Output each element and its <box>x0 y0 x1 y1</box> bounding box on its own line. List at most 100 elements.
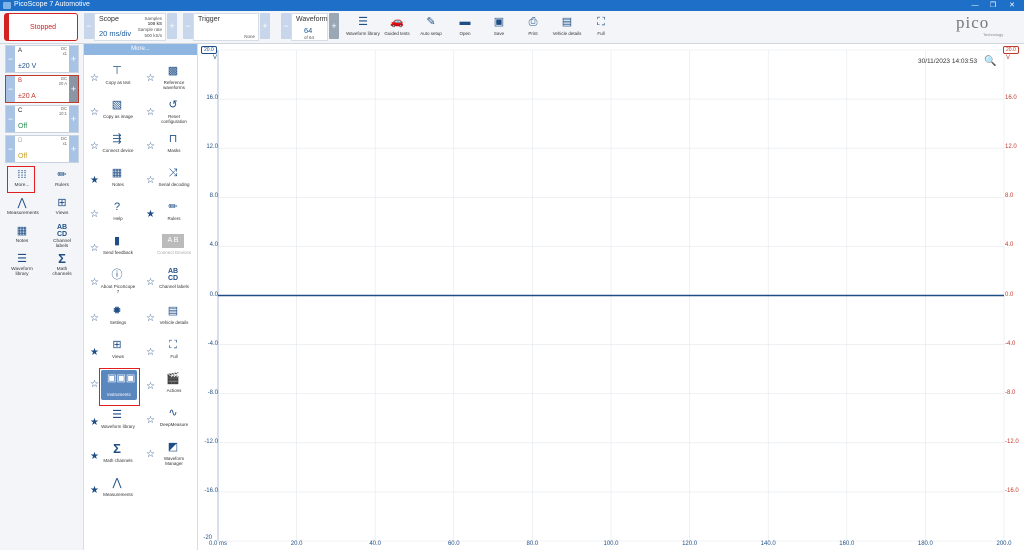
favorite-star-icon[interactable]: ☆ <box>146 107 155 118</box>
favorite-star-icon[interactable]: ☆ <box>90 141 99 152</box>
guided-tests-button[interactable]: 🚗 Guided tests <box>380 13 414 41</box>
trigger-group[interactable]: Trigger None <box>193 13 259 41</box>
more-item-waveform-library[interactable]: ★ ☰ Waveform library <box>84 408 140 441</box>
minimize-button[interactable]: — <box>968 0 982 11</box>
more-item-rulers[interactable]: ★ ✏ Rulers <box>140 200 196 233</box>
save-button[interactable]: ▣ Save <box>482 13 516 41</box>
full-button[interactable]: ⛶ Full <box>584 13 618 41</box>
favorite-star-icon[interactable]: ☆ <box>90 243 99 254</box>
notes-tool-label: Notes <box>15 239 29 244</box>
channel-d-range-down[interactable]: − <box>6 136 15 162</box>
channel-a-range-down[interactable]: − <box>6 46 15 72</box>
more-item-copy-as-text[interactable]: ☆ ⊤ Copy as text <box>84 64 140 97</box>
zoom-icon[interactable]: 🔍 <box>984 56 996 67</box>
restore-button[interactable]: ❐ <box>986 0 1000 11</box>
more-item-help[interactable]: ☆ ? Help <box>84 200 140 233</box>
channel-d-control[interactable]: − D DC x1 Off + <box>5 135 79 163</box>
more-item-connect-device[interactable]: ☆ ⇶ Connect device <box>84 132 140 165</box>
favorite-star-icon[interactable]: ☆ <box>146 381 155 392</box>
channel-a-control[interactable]: − A DC x1 ±20 V + <box>5 45 79 73</box>
favorite-star-icon[interactable]: ☆ <box>146 313 155 324</box>
timebase-increase-button[interactable]: + <box>167 13 177 39</box>
more-item-reset-configuration[interactable]: ☆ ↺ Reset configuration <box>140 98 196 131</box>
manager-icon: ◩ <box>167 441 179 453</box>
y-tick-right: 12.0 <box>1005 144 1017 151</box>
favorite-star-icon[interactable]: ☆ <box>90 209 99 220</box>
more-item-about[interactable]: ☆ ⓘ About PicoScope 7 <box>84 268 140 301</box>
more-item-settings[interactable]: ☆ ✹ Settings <box>84 304 140 337</box>
favorite-star-icon[interactable]: ☆ <box>146 73 155 84</box>
open-button[interactable]: ▬ Open <box>448 13 482 41</box>
more-item-copy-as-image[interactable]: ☆ ▧ Copy as image <box>84 98 140 131</box>
favorite-star-icon[interactable]: ☆ <box>146 449 155 460</box>
waveform-library-tool[interactable]: ☰ Waveform library <box>7 252 37 277</box>
more-item-label: Reference waveforms <box>163 80 185 90</box>
more-item-masks[interactable]: ☆ ⊓ Masks <box>140 132 196 165</box>
channel-a-range-up[interactable]: + <box>69 46 78 72</box>
views-tool[interactable]: ⊞ Views <box>47 196 77 216</box>
favorite-star-icon[interactable]: ☆ <box>90 107 99 118</box>
more-item-actions[interactable]: ☆ 🎬 Actions <box>140 372 196 405</box>
favorite-star-icon[interactable]: ☆ <box>146 277 155 288</box>
print-button[interactable]: ⎙ Print <box>516 13 550 41</box>
waveform-next-button[interactable]: + <box>329 13 339 39</box>
close-button[interactable]: ✕ <box>1005 0 1019 11</box>
more-item-measurements[interactable]: ★ ⋀ Measurements <box>84 476 140 509</box>
favorite-star-filled-icon[interactable]: ★ <box>90 347 99 358</box>
channel-labels-tool[interactable]: AB CD Channel labels <box>47 224 77 249</box>
waveform-prev-button[interactable]: − <box>281 13 291 39</box>
rulers-tool[interactable]: ✏ Rulers <box>47 168 77 188</box>
favorite-star-icon[interactable]: ☆ <box>146 415 155 426</box>
favorite-star-icon[interactable]: ☆ <box>146 347 155 358</box>
favorite-star-icon[interactable]: ☆ <box>90 73 99 84</box>
channel-b-range-up[interactable]: + <box>69 76 78 102</box>
favorite-star-icon[interactable]: ☆ <box>90 313 99 324</box>
favorite-star-icon[interactable]: ☆ <box>146 175 155 186</box>
y-tick-left: 0.0 <box>209 291 218 298</box>
math-channels-tool[interactable]: Σ Math channels <box>47 252 77 278</box>
more-item-views[interactable]: ★ ⊞ Views <box>84 338 140 371</box>
more-item-channel-labels[interactable]: ☆ AB CD Channel labels <box>140 268 196 301</box>
channel-c-range-down[interactable]: − <box>6 106 15 132</box>
channel-d-range-up[interactable]: + <box>69 136 78 162</box>
more-item-vehicle-details[interactable]: ☆ ▤ Vehicle details <box>140 304 196 337</box>
favorite-star-filled-icon[interactable]: ★ <box>146 209 155 220</box>
channel-c-range-up[interactable]: + <box>69 106 78 132</box>
favorite-star-icon[interactable]: ☆ <box>90 277 99 288</box>
more-item-send-feedback[interactable]: ☆ ▮ Send feedback <box>84 234 140 267</box>
waveform-library-button[interactable]: ☰ Waveform library <box>346 13 380 41</box>
trigger-prev-button[interactable]: − <box>183 13 193 39</box>
more-item-waveform-manager[interactable]: ☆ ◩ Waveform Manager <box>140 440 196 473</box>
waveform-group[interactable]: Waveform 64 of 64 <box>291 13 328 41</box>
channel-b-range: ±20 A <box>18 93 36 100</box>
channel-b-control[interactable]: − B DC 20 A ±20 A + <box>5 75 79 103</box>
run-stop-button[interactable]: Stopped <box>4 13 78 41</box>
scope-view[interactable]: 20.0 V 20.0 V 30/11/2023 14:03:53 🔍 16.0… <box>198 44 1024 550</box>
notes-tool[interactable]: ▦ Notes <box>7 224 37 244</box>
favorite-star-icon[interactable]: ☆ <box>90 379 99 390</box>
trigger-next-button[interactable]: + <box>260 13 270 39</box>
auto-setup-button[interactable]: ✎ Auto setup <box>414 13 448 41</box>
right-axis-marker[interactable]: 20.0 <box>1003 46 1019 54</box>
more-item-serial-decoding[interactable]: ☆ ⤨ Serial decoding <box>140 166 196 199</box>
favorite-star-filled-icon[interactable]: ★ <box>90 451 99 462</box>
favorite-star-filled-icon[interactable]: ★ <box>90 417 99 428</box>
favorite-star-icon[interactable]: ☆ <box>146 141 155 152</box>
more-item-math-channels[interactable]: ★ Σ Math channels <box>84 442 140 475</box>
vehicle-details-button[interactable]: ▤ Vehicle details <box>550 13 584 41</box>
more-item-reference-waveforms[interactable]: ☆ ▩ Reference waveforms <box>140 64 196 97</box>
scope-group[interactable]: Scope 20 ms/div Samples 100 kS Sample ra… <box>94 13 166 41</box>
favorite-star-filled-icon[interactable]: ★ <box>90 175 99 186</box>
pico-logo-sub: Technology <box>983 32 1004 37</box>
more-item-notes[interactable]: ★ ▦ Notes <box>84 166 140 199</box>
left-axis-marker[interactable]: 20.0 <box>201 46 217 54</box>
favorite-star-filled-icon[interactable]: ★ <box>90 485 99 496</box>
channel-b-range-down[interactable]: − <box>6 76 15 102</box>
channel-c-control[interactable]: − C DC 10:1 Off + <box>5 105 79 133</box>
more-item-full[interactable]: ☆ ⛶ Full <box>140 338 196 371</box>
auto-setup-label: Auto setup <box>420 31 442 36</box>
timebase-decrease-button[interactable]: − <box>84 13 94 39</box>
measurements-tool[interactable]: ⋀ Measurements <box>7 196 39 216</box>
more-item-deepmeasure[interactable]: ☆ ∿ DeepMeasure <box>140 406 196 439</box>
waveform-library-tool-label: Waveform library <box>11 267 33 277</box>
